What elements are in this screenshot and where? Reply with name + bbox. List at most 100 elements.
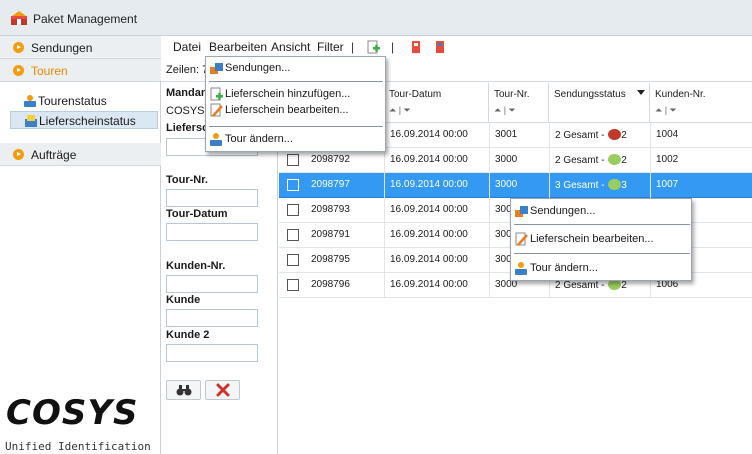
cell-tour-nr: 3000: [495, 154, 518, 165]
nav-section-label: Aufträge: [31, 148, 77, 162]
app-icon: [11, 11, 27, 25]
packages-icon: [210, 63, 223, 74]
cell-tour-datum: 16.09.2014 00:00: [390, 179, 468, 190]
add-document-icon[interactable]: [366, 40, 380, 54]
logo-subtitle: Unified Identification: [5, 440, 151, 453]
edit-document-icon: [515, 232, 528, 246]
cell-tour-nr: 3000: [495, 179, 518, 190]
cell-tour-datum: 16.09.2014 00:00: [390, 229, 468, 240]
nav-section-label: Sendungen: [31, 41, 93, 55]
expand-arrow-icon: [13, 65, 24, 76]
sort-indicator: ⏶ | ⏷: [389, 105, 411, 115]
status-count: 2: [621, 130, 627, 141]
search-button[interactable]: [166, 380, 201, 400]
svg-text:COSYS: COSYS: [6, 395, 138, 427]
cell-lieferschein: 2098791: [311, 229, 350, 240]
menu-datei[interactable]: Datei: [173, 40, 201, 54]
edit-document-icon: [210, 103, 223, 117]
cell-sendungsstatus: 2 Gesamt - 2: [555, 129, 627, 141]
row-checkbox[interactable]: [287, 154, 299, 166]
status-indicator-icon: [608, 179, 622, 190]
column-header-tour-nr[interactable]: Tour-Nr. ⏶ | ⏷: [489, 83, 549, 123]
row-checkbox[interactable]: [287, 204, 299, 216]
nav-item-tourenstatus[interactable]: Tourenstatus: [10, 92, 158, 110]
cell-lieferschein: 2098792: [311, 154, 350, 165]
row-checkbox[interactable]: [287, 279, 299, 291]
column-header-sendungsstatus[interactable]: Sendungsstatus: [549, 83, 650, 123]
binoculars-icon: [176, 385, 191, 396]
menu-separator: [514, 253, 690, 254]
cell-tour-datum: 16.09.2014 00:00: [390, 254, 468, 265]
expand-arrow-icon: [13, 149, 24, 160]
sort-indicator: ⏶ | ⏷: [655, 105, 677, 115]
tour-datum-label: Tour-Datum: [166, 208, 228, 220]
dropdown-arrow-icon[interactable]: [637, 90, 645, 96]
menu-ansicht[interactable]: Ansicht: [271, 40, 310, 54]
cell-tour-datum: 16.09.2014 00:00: [390, 279, 468, 290]
table-row[interactable]: 2098797 16.09.2014 00:00 3000 3 Gesamt - 3 1…: [279, 173, 752, 198]
row-count: Zeilen: 7: [166, 64, 209, 76]
sort-indicator: ⏶ | ⏷: [494, 105, 516, 115]
cell-kunden-nr: 1007: [656, 179, 679, 190]
tour-nr-label: Tour-Nr.: [166, 174, 208, 186]
tour-status-icon: [24, 95, 36, 107]
kunde2-input[interactable]: [166, 344, 258, 362]
menu-separator: [514, 224, 690, 225]
column-divider: [489, 123, 490, 298]
status-text: 3 Gesamt -: [555, 180, 608, 191]
nav-section-auftraege[interactable]: Aufträge: [0, 143, 161, 166]
clear-filter-button[interactable]: [205, 380, 240, 400]
close-icon: [216, 383, 229, 397]
title-bar: Paket Management: [0, 0, 752, 36]
row-checkbox[interactable]: [287, 229, 299, 241]
column-header-kunden-nr[interactable]: Kunden-Nr. ⏶ | ⏷: [650, 83, 752, 123]
tour-icon: [515, 262, 527, 275]
row-checkbox[interactable]: [287, 254, 299, 266]
cell-sendungsstatus: 3 Gesamt - 3: [555, 179, 627, 191]
cell-tour-datum: 16.09.2014 00:00: [390, 204, 468, 215]
menu-bearbeiten[interactable]: Bearbeiten: [209, 40, 267, 54]
kunden-nr-input[interactable]: [166, 275, 258, 293]
cell-tour-datum: 16.09.2014 00:00: [390, 129, 468, 140]
status-text: 2 Gesamt -: [555, 155, 608, 166]
nav-item-lieferscheinstatus[interactable]: Lieferscheinstatus: [10, 111, 158, 129]
tour-icon: [210, 133, 222, 146]
window-title: Paket Management: [33, 12, 138, 26]
toolbar-separator: |: [351, 40, 355, 54]
status-indicator-icon: [608, 129, 622, 140]
cell-kunden-nr: 1004: [656, 129, 679, 140]
cell-kunden-nr: 1002: [656, 154, 679, 165]
kunde-input[interactable]: [166, 309, 258, 327]
nav-section-touren[interactable]: Touren: [0, 59, 161, 82]
export-red-icon[interactable]: [409, 40, 423, 54]
cosys-logo: COSYS: [6, 395, 138, 427]
toolbar-separator: |: [391, 40, 395, 54]
nav-item-label: Lieferscheinstatus: [39, 114, 136, 128]
export-red-blue-icon[interactable]: [433, 40, 447, 54]
row-checkbox[interactable]: [287, 179, 299, 191]
cell-lieferschein: 2098795: [311, 254, 350, 265]
status-text: 2 Gesamt -: [555, 130, 608, 141]
tour-nr-input[interactable]: [166, 189, 258, 207]
status-text: 2 Gesamt -: [555, 280, 608, 291]
row-context-menu: Sendungen... Lieferschein bearbeiten... …: [510, 198, 692, 281]
column-header-tour-datum[interactable]: Tour-Datum ⏶ | ⏷: [384, 83, 489, 123]
mandant-value[interactable]: COSYS: [166, 105, 205, 117]
left-navigation: Sendungen Touren Tourenstatus Liefersche…: [0, 36, 161, 454]
cell-lieferschein: 2098797: [311, 179, 350, 190]
expand-arrow-icon: [13, 42, 24, 53]
app-window: Paket Management Sendungen Touren Touren…: [0, 0, 752, 454]
kunde-label: Kunde: [166, 294, 201, 306]
add-document-icon: [210, 87, 223, 101]
menu-separator: [209, 126, 383, 127]
kunden-nr-label: Kunden-Nr.: [166, 260, 226, 272]
tour-datum-input[interactable]: [166, 223, 258, 241]
cell-tour-datum: 16.09.2014 00:00: [390, 154, 468, 165]
cell-sendungsstatus: 2 Gesamt - 2: [555, 154, 627, 166]
menu-filter[interactable]: Filter: [317, 40, 344, 54]
cell-lieferschein: 2098793: [311, 204, 350, 215]
menu-toolbar: Datei Bearbeiten Ansicht Filter | |: [161, 36, 752, 57]
status-count: 2: [621, 280, 627, 291]
nav-section-sendungen[interactable]: Sendungen: [0, 36, 161, 59]
status-count: 2: [621, 155, 627, 166]
